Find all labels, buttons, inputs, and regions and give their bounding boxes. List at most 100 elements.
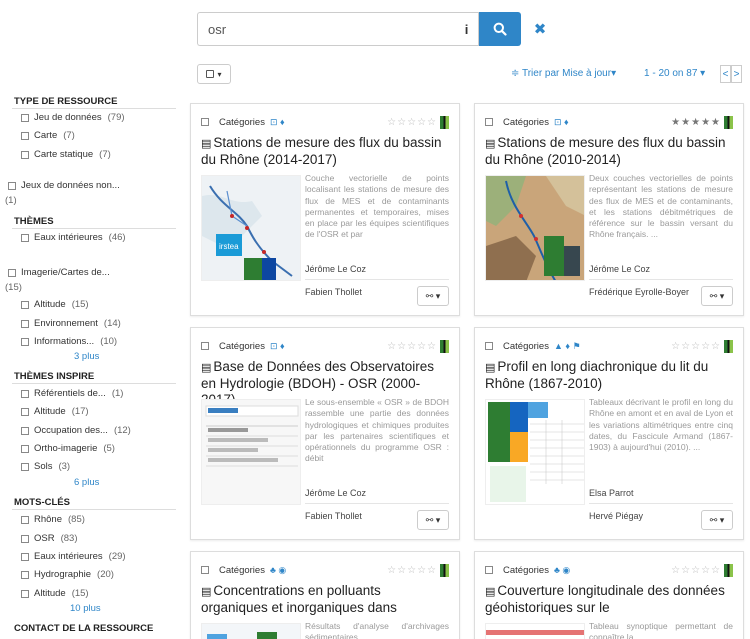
checkbox[interactable] xyxy=(21,337,29,346)
result-card[interactable]: Catégories ♣ ◉ ☆☆☆☆☆ ▤ Couverture longitu… xyxy=(474,551,744,639)
checkbox[interactable] xyxy=(8,181,16,190)
card-author[interactable]: Jérôme Le Coz xyxy=(589,264,650,274)
show-more-link[interactable]: 6 plus xyxy=(74,477,99,488)
facet-item[interactable]: Altitude (15) xyxy=(21,588,89,599)
card-header: Catégories ⊡ ♦ ☆☆☆☆☆ xyxy=(201,115,449,129)
card-author[interactable]: Jérôme Le Coz xyxy=(305,488,366,498)
rating-stars[interactable]: ☆☆☆☆☆ xyxy=(671,341,721,352)
checkbox-icon xyxy=(206,70,215,78)
checkbox[interactable] xyxy=(21,131,29,140)
checkbox[interactable] xyxy=(21,319,29,328)
card-title[interactable]: ▤ Stations de mesure des flux du bassin d… xyxy=(485,135,733,169)
select-checkbox[interactable] xyxy=(201,566,209,574)
rating-stars[interactable]: ☆☆☆☆☆ xyxy=(387,565,437,576)
card-thumbnail[interactable] xyxy=(201,399,301,505)
checkbox[interactable] xyxy=(21,233,29,242)
card-thumbnail[interactable]: irstea xyxy=(201,175,301,281)
facet-item[interactable]: Carte (7) xyxy=(21,130,75,141)
result-card[interactable]: Catégories ♣ ◉ ☆☆☆☆☆ ▤ Concentrations en … xyxy=(190,551,460,639)
category-label[interactable]: Catégories xyxy=(503,341,549,352)
rating-stars[interactable]: ☆☆☆☆☆ xyxy=(387,341,437,352)
select-all-dropdown[interactable]: ▾ xyxy=(197,64,231,84)
facet-item[interactable]: Jeu de données (79) xyxy=(21,112,125,123)
card-title[interactable]: ▤ Couverture longitudinale des données gé… xyxy=(485,583,733,617)
card-thumbnail[interactable] xyxy=(485,175,585,281)
show-more-link[interactable]: 3 plus xyxy=(74,351,99,362)
result-card[interactable]: Catégories ⊡ ♦ ★★★★★ ▤ Stations de mesure… xyxy=(474,103,744,316)
card-thumbnail[interactable] xyxy=(485,623,585,639)
previous-page-button[interactable]: < xyxy=(720,65,731,83)
rating-stars[interactable]: ☆☆☆☆☆ xyxy=(387,117,437,128)
card-title[interactable]: ▤ Profil en long diachronique du lit du R… xyxy=(485,359,733,393)
facet-item[interactable]: Sols (3) xyxy=(21,461,70,472)
facet-item[interactable]: Carte statique (7) xyxy=(21,149,111,160)
facet-item[interactable]: Environnement (14) xyxy=(21,318,121,329)
actions-dropdown-button[interactable]: ⚯ ▾ xyxy=(701,510,733,530)
card-author[interactable]: Hervé Piégay xyxy=(589,511,643,521)
result-card[interactable]: Catégories ⊡ ♦ ☆☆☆☆☆ ▤ Stations de mesure… xyxy=(190,103,460,316)
checkbox[interactable] xyxy=(21,426,29,435)
select-checkbox[interactable] xyxy=(485,118,493,126)
show-more-link[interactable]: 10 plus xyxy=(70,603,101,614)
search-button[interactable] xyxy=(479,12,521,46)
card-author[interactable]: Frédérique Eyrolle-Boyer xyxy=(589,287,689,297)
checkbox[interactable] xyxy=(21,113,29,122)
category-label[interactable]: Catégories xyxy=(219,565,265,576)
search-input[interactable] xyxy=(197,12,455,46)
card-title[interactable]: ▤ Stations de mesure des flux du bassin d… xyxy=(201,135,449,169)
facet-item[interactable]: Jeux de données non... xyxy=(8,180,120,191)
checkbox[interactable] xyxy=(21,444,29,453)
facet-item[interactable]: Hydrographie (20) xyxy=(21,569,114,580)
category-label[interactable]: Catégories xyxy=(503,117,549,128)
rating-stars[interactable]: ★★★★★ xyxy=(671,117,721,128)
actions-dropdown-button[interactable]: ⚯ ▾ xyxy=(417,510,449,530)
result-card[interactable]: Catégories ▲ ♦ ⚑ ☆☆☆☆☆ ▤ Profil en long d… xyxy=(474,327,744,540)
category-label[interactable]: Catégories xyxy=(219,341,265,352)
info-button[interactable]: i xyxy=(455,12,479,46)
checkbox[interactable] xyxy=(21,150,29,159)
card-thumbnail[interactable] xyxy=(485,399,585,505)
select-checkbox[interactable] xyxy=(485,342,493,350)
clear-search-button[interactable]: ✖ xyxy=(527,12,553,46)
facet-item[interactable]: Eaux intérieures (29) xyxy=(21,551,126,562)
facet-item[interactable]: Eaux intérieures (46) xyxy=(21,232,126,243)
sort-dropdown[interactable]: ≑ Trier par Mise à jour▾ xyxy=(511,68,616,79)
facet-item[interactable]: Imagerie/Cartes de... xyxy=(8,267,110,278)
next-page-button[interactable]: > xyxy=(731,65,742,83)
category-label[interactable]: Catégories xyxy=(219,117,265,128)
checkbox[interactable] xyxy=(21,589,29,598)
checkbox[interactable] xyxy=(8,268,16,277)
checkbox[interactable] xyxy=(21,389,29,398)
checkbox[interactable] xyxy=(21,407,29,416)
facet-item[interactable]: Rhône (85) xyxy=(21,514,85,525)
card-author[interactable]: Elsa Parrot xyxy=(589,488,634,498)
select-checkbox[interactable] xyxy=(201,118,209,126)
checkbox[interactable] xyxy=(21,570,29,579)
facet-item[interactable]: Altitude (17) xyxy=(21,406,89,417)
facet-item[interactable]: Altitude (15) xyxy=(21,299,89,310)
checkbox[interactable] xyxy=(21,552,29,561)
card-title[interactable]: ▤ Concentrations en polluants organiques … xyxy=(201,583,449,617)
card-author[interactable]: Fabien Thollet xyxy=(305,511,362,521)
facet-item[interactable]: Informations... (10) xyxy=(21,336,117,347)
pagination-dropdown[interactable]: 1 - 20 on 87 ▾ xyxy=(644,68,705,79)
rating-stars[interactable]: ☆☆☆☆☆ xyxy=(671,565,721,576)
facet-item[interactable]: Ortho-imagerie (5) xyxy=(21,443,115,454)
card-abstract: Le sous-ensemble « OSR » de BDOH rassemb… xyxy=(305,397,449,464)
facet-item[interactable]: Référentiels de... (1) xyxy=(21,388,123,399)
select-checkbox[interactable] xyxy=(201,342,209,350)
checkbox[interactable] xyxy=(21,462,29,471)
card-author[interactable]: Fabien Thollet xyxy=(305,287,362,297)
result-card[interactable]: Catégories ⊡ ♦ ☆☆☆☆☆ ▤ Base de Données de… xyxy=(190,327,460,540)
checkbox[interactable] xyxy=(21,515,29,524)
actions-dropdown-button[interactable]: ⚯ ▾ xyxy=(701,286,733,306)
facet-item[interactable]: Occupation des... (12) xyxy=(21,425,131,436)
card-author[interactable]: Jérôme Le Coz xyxy=(305,264,366,274)
actions-dropdown-button[interactable]: ⚯ ▾ xyxy=(417,286,449,306)
card-thumbnail[interactable] xyxy=(201,623,301,639)
checkbox[interactable] xyxy=(21,300,29,309)
checkbox[interactable] xyxy=(21,534,29,543)
facet-item[interactable]: OSR (83) xyxy=(21,533,78,544)
select-checkbox[interactable] xyxy=(485,566,493,574)
category-label[interactable]: Catégories xyxy=(503,565,549,576)
